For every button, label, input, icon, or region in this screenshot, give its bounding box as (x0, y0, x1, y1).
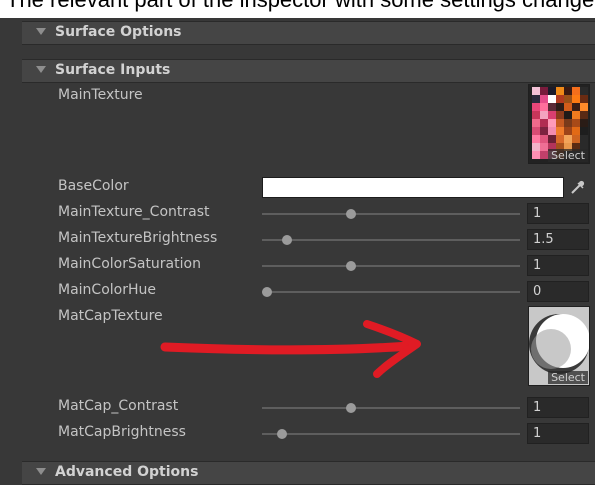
main-texture-brightness-slider[interactable] (262, 239, 520, 241)
svg-text:The relevant part of the inspe: The relevant part of the inspector with … (6, 0, 595, 12)
base-color-label: BaseColor (58, 178, 129, 194)
matcap-brightness-value[interactable]: 1 (527, 423, 589, 444)
matcap-contrast-slider-knob[interactable] (346, 403, 357, 413)
cropped-caption-strip: The relevant part of the inspector with … (0, 0, 595, 18)
matcap-contrast-value[interactable]: 1 (527, 397, 589, 418)
main-color-saturation-slider-knob[interactable] (346, 261, 357, 271)
matcap-brightness-label: MatCapBrightness (58, 424, 186, 440)
base-color-field[interactable] (262, 177, 564, 198)
foldout-triangle-icon[interactable] (36, 66, 46, 73)
main-texture-brightness-label: MainTextureBrightness (58, 230, 218, 246)
matcap-texture-slot[interactable]: Select (528, 306, 590, 386)
main-texture-label: MainTexture (58, 87, 143, 103)
surface-inputs-header[interactable]: Surface Inputs (22, 59, 595, 83)
main-color-saturation-value[interactable]: 1 (527, 255, 589, 276)
main-color-saturation-slider[interactable] (262, 265, 520, 267)
advanced-options-label: Advanced Options (55, 464, 199, 480)
matcap-texture-label: MatCapTexture (58, 308, 163, 324)
advanced-options-header[interactable]: Advanced Options (22, 461, 595, 485)
matcap-texture-select-button[interactable]: Select (548, 371, 588, 384)
main-texture-slot[interactable]: Select (528, 84, 590, 164)
matcap-contrast-slider[interactable] (262, 407, 520, 409)
foldout-triangle-icon[interactable] (36, 28, 46, 35)
surface-options-label: Surface Options (55, 24, 182, 40)
surface-options-header[interactable]: Surface Options (22, 21, 595, 45)
red-arrow-annotation (160, 320, 421, 378)
main-texture-brightness-value[interactable]: 1.5 (527, 229, 589, 250)
main-texture-contrast-slider[interactable] (262, 213, 520, 215)
main-color-hue-slider[interactable] (262, 291, 520, 293)
eyedropper-icon[interactable] (566, 177, 588, 198)
main-texture-contrast-label: MainTexture_Contrast (58, 204, 210, 220)
main-color-hue-value[interactable]: 0 (527, 281, 589, 302)
main-texture-contrast-value[interactable]: 1 (527, 203, 589, 224)
inspector-panel: Surface Options Surface Inputs MainTextu… (0, 18, 595, 485)
main-texture-brightness-slider-knob[interactable] (281, 235, 292, 245)
matcap-brightness-slider-knob[interactable] (276, 429, 287, 439)
surface-inputs-label: Surface Inputs (55, 62, 171, 78)
main-color-hue-label: MainColorHue (58, 282, 156, 298)
foldout-triangle-icon[interactable] (36, 468, 46, 475)
main-texture-contrast-slider-knob[interactable] (346, 209, 357, 219)
matcap-brightness-slider[interactable] (262, 433, 520, 435)
matcap-contrast-label: MatCap_Contrast (58, 398, 179, 414)
main-texture-select-button[interactable]: Select (548, 149, 588, 162)
cropped-caption-text: The relevant part of the inspector with … (6, 0, 595, 12)
main-color-saturation-label: MainColorSaturation (58, 256, 201, 272)
main-color-hue-slider-knob[interactable] (262, 287, 272, 297)
